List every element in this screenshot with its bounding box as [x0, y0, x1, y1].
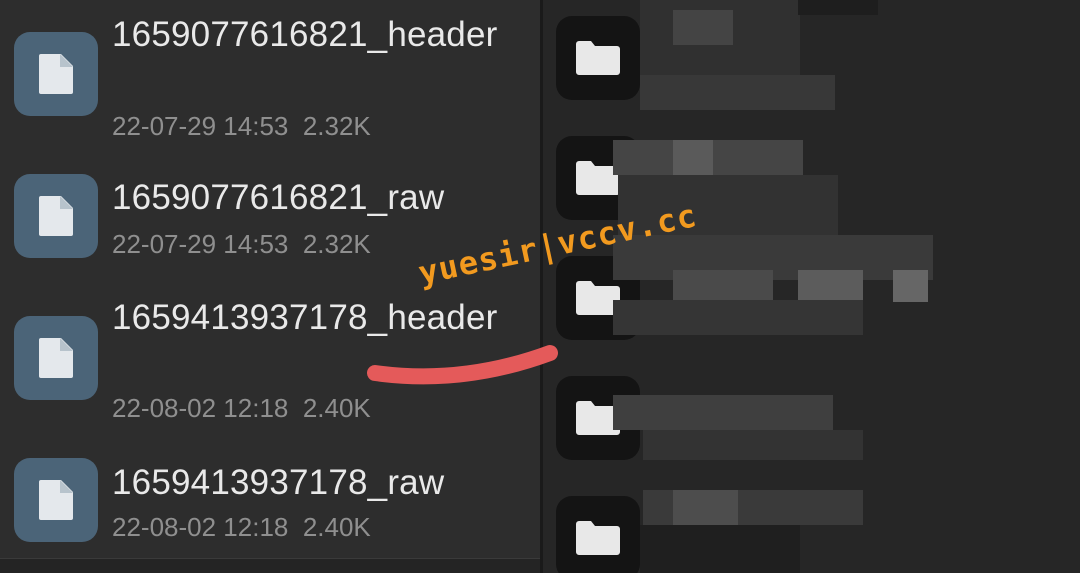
- file-name: 1659413937178_raw: [112, 463, 445, 502]
- bottom-bar: [0, 558, 540, 573]
- file-size: 2.32K: [302, 229, 371, 259]
- folder-icon[interactable]: [556, 16, 640, 100]
- file-list-pane: 1659077616821_header 22-07-29 14:53 2.32…: [0, 0, 540, 573]
- file-date: 22-07-29 14:53: [112, 229, 289, 259]
- file-date: 22-08-02 12:18: [112, 512, 289, 542]
- file-size: 2.32K: [302, 111, 371, 141]
- file-icon: [14, 174, 98, 258]
- file-item[interactable]: 1659413937178_raw 22-08-02 12:18 2.40K: [0, 440, 540, 558]
- file-meta: 22-07-29 14:53 2.32K: [112, 229, 371, 259]
- red-scribble-mark: [367, 345, 558, 385]
- file-meta: 22-07-29 14:53 2.32K: [112, 111, 371, 141]
- file-name: 1659413937178_header: [112, 298, 498, 337]
- file-icon: [14, 32, 98, 116]
- file-date: 22-07-29 14:53: [112, 111, 289, 141]
- file-name: 1659077616821_header: [112, 15, 498, 54]
- folder-icon[interactable]: [556, 496, 640, 573]
- file-meta: 22-08-02 12:18 2.40K: [112, 512, 371, 542]
- file-meta: 22-08-02 12:18 2.40K: [112, 393, 371, 423]
- file-size: 2.40K: [302, 512, 371, 542]
- file-item[interactable]: 1659077616821_header 22-07-29 14:53 2.32…: [0, 0, 540, 150]
- file-icon: [14, 458, 98, 542]
- file-date: 22-08-02 12:18: [112, 393, 289, 423]
- file-manager-screen: 1659077616821_header 22-07-29 14:53 2.32…: [0, 0, 1080, 573]
- file-size: 2.40K: [302, 393, 371, 423]
- folder-list-pane: [543, 0, 1080, 573]
- file-icon: [14, 316, 98, 400]
- file-name: 1659077616821_raw: [112, 178, 445, 217]
